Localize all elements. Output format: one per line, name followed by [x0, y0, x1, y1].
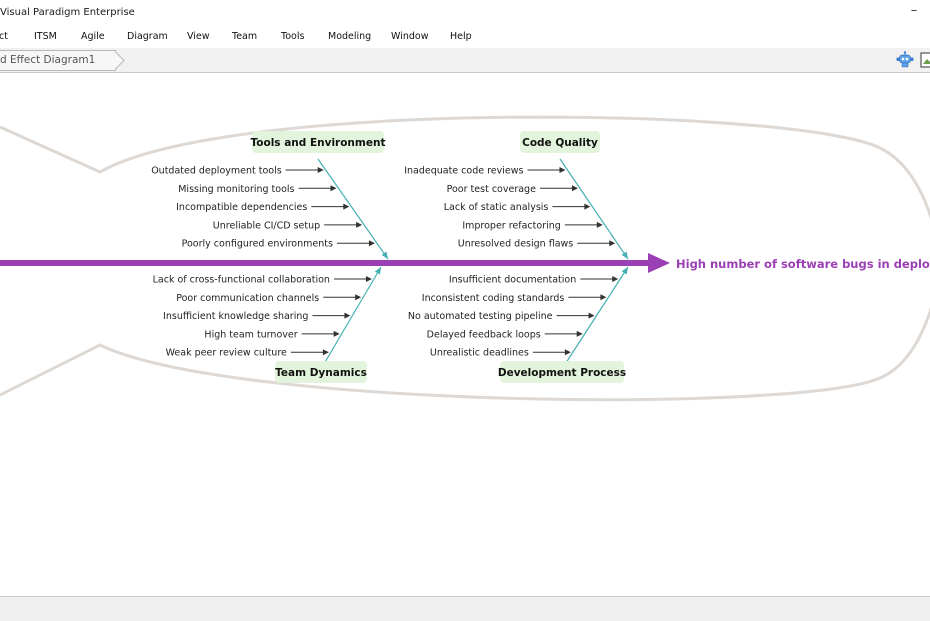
cause-label[interactable]: Poor test coverage: [447, 184, 536, 195]
diagram-tab-bar: d Effect Diagram1: [0, 48, 930, 73]
cause-arrowhead: [344, 312, 351, 319]
status-bar: [0, 596, 930, 621]
cause-arrowhead: [343, 203, 350, 210]
cause-arrowhead: [317, 167, 324, 173]
cause-label[interactable]: Insufficient knowledge sharing: [163, 311, 308, 322]
category-label-team-dynamics[interactable]: Team Dynamics: [275, 367, 367, 379]
minimize-button[interactable]: –: [906, 3, 922, 19]
cause-arrowhead: [584, 203, 591, 210]
cause-label[interactable]: High team turnover: [204, 329, 297, 340]
menu-modeling[interactable]: Modeling: [328, 31, 371, 42]
menu-team[interactable]: Team: [232, 31, 257, 42]
cause-arrowhead: [365, 276, 372, 282]
cause-label[interactable]: Missing monitoring tools: [178, 184, 294, 195]
bone-arrowhead: [374, 267, 381, 275]
menu-diagram[interactable]: Diagram: [127, 31, 168, 42]
cause-label[interactable]: Delayed feedback loops: [427, 329, 541, 340]
menu-tools[interactable]: Tools: [281, 31, 304, 42]
cause-label[interactable]: Unresolved design flaws: [458, 239, 574, 250]
cause-label[interactable]: Insufficient documentation: [449, 275, 576, 286]
cause-label[interactable]: Inadequate code reviews: [404, 166, 523, 177]
cause-arrowhead: [600, 294, 607, 301]
cause-label[interactable]: Weak peer review culture: [166, 348, 287, 359]
cause-arrowhead: [612, 276, 619, 282]
cause-arrowhead: [355, 294, 362, 301]
bone-arrowhead: [381, 251, 388, 259]
cause-arrowhead: [596, 221, 603, 228]
cause-label[interactable]: Poor communication channels: [176, 293, 319, 304]
cause-label[interactable]: Incompatible dependencies: [176, 202, 307, 213]
diagram-tab-label: d Effect Diagram1: [0, 54, 96, 66]
window-title: Visual Paradigm Enterprise: [0, 7, 135, 18]
cause-label[interactable]: Outdated deployment tools: [151, 166, 282, 177]
menu-help[interactable]: Help: [450, 31, 472, 42]
cause-arrowhead: [330, 185, 337, 192]
menu-bar: ct ITSM Agile Diagram View Team Tools Mo…: [0, 28, 930, 48]
menu-project[interactable]: ct: [0, 31, 8, 42]
cause-label[interactable]: No automated testing pipeline: [408, 311, 553, 322]
title-bar: Visual Paradigm Enterprise –: [0, 0, 930, 28]
cause-label[interactable]: Lack of cross-functional collaboration: [153, 275, 330, 286]
bone-team-dynamics: [320, 266, 382, 370]
cause-arrowhead: [576, 330, 583, 337]
cause-label[interactable]: Improper refactoring: [462, 220, 560, 231]
bone-arrowhead: [621, 267, 628, 275]
menu-window[interactable]: Window: [391, 31, 428, 42]
menu-view[interactable]: View: [187, 31, 210, 42]
cause-label[interactable]: Unrealistic deadlines: [430, 348, 529, 359]
fishbone-diagram: High number of software bugs in deployme…: [0, 115, 930, 402]
bone-arrowhead: [621, 251, 628, 259]
cause-arrowhead: [609, 240, 616, 247]
fishbone-bones: Tools and Environment Outdated deployment…: [151, 131, 629, 383]
cause-label[interactable]: Poorly configured environments: [182, 239, 333, 250]
breadcrumb-arrow-icon: [106, 51, 126, 70]
cause-label[interactable]: Lack of static analysis: [444, 202, 549, 213]
cause-label[interactable]: Inconsistent coding standards: [422, 293, 565, 304]
cause-arrowhead: [356, 221, 363, 228]
category-label-development-process[interactable]: Development Process: [498, 367, 626, 379]
cause-arrowhead: [564, 349, 571, 356]
cause-arrowhead: [322, 349, 329, 356]
cause-arrowhead: [333, 330, 340, 337]
cause-label[interactable]: Unreliable CI/CD setup: [213, 220, 320, 231]
menu-agile[interactable]: Agile: [81, 31, 105, 42]
category-label-code-quality[interactable]: Code Quality: [522, 137, 598, 149]
diagram-canvas[interactable]: High number of software bugs in deployme…: [0, 73, 930, 596]
cause-arrowhead: [559, 167, 566, 173]
image-icon[interactable]: [920, 51, 930, 69]
cause-arrowhead: [588, 312, 595, 319]
category-label-tools-and-environment[interactable]: Tools and Environment: [251, 137, 386, 149]
robot-icon[interactable]: [896, 51, 914, 69]
menu-itsm[interactable]: ITSM: [34, 31, 57, 42]
diagram-tab[interactable]: d Effect Diagram1: [0, 50, 126, 71]
problem-statement[interactable]: High number of software bugs in deployme: [676, 257, 930, 271]
spine-arrowhead: [648, 253, 670, 273]
cause-arrowhead: [571, 185, 578, 192]
cause-arrowhead: [368, 240, 375, 247]
